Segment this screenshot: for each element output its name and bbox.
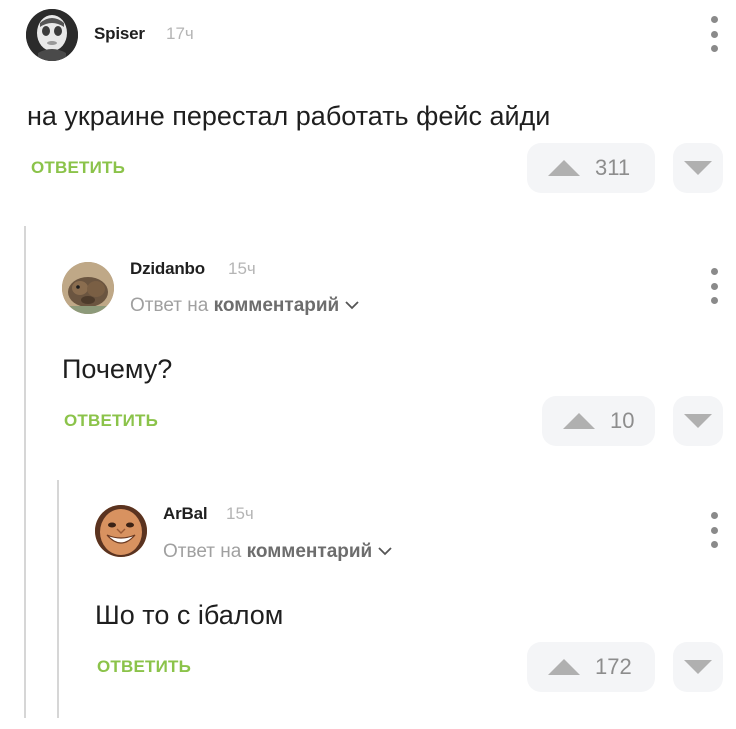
avatar[interactable] — [62, 262, 114, 314]
upvote-button[interactable]: 172 — [527, 642, 655, 692]
vote-count: 10 — [610, 408, 635, 433]
more-options-icon[interactable] — [709, 16, 719, 52]
downvote-button[interactable] — [673, 642, 723, 692]
timestamp: 15ч — [228, 259, 256, 278]
downvote-button[interactable] — [673, 143, 723, 193]
reply-to-target: комментарий — [246, 541, 373, 562]
reply-to-prefix: Ответ на — [163, 541, 242, 562]
reply-to-link[interactable]: Ответ на комментарий — [130, 295, 359, 317]
upvote-button[interactable]: 311 — [527, 143, 655, 193]
downvote-button[interactable] — [673, 396, 723, 446]
masked-face-avatar-icon — [26, 9, 78, 61]
reply-button[interactable]: ОТВЕТИТЬ — [31, 158, 125, 178]
more-options-icon[interactable] — [709, 268, 719, 304]
comment-text: Шо то с iбалом — [95, 600, 284, 630]
triangle-up-icon — [548, 659, 580, 675]
username[interactable]: ArBal — [163, 504, 208, 524]
vote-count: 311 — [595, 155, 631, 180]
reply-button[interactable]: ОТВЕТИТЬ — [64, 411, 158, 431]
avatar[interactable] — [26, 9, 78, 61]
animal-avatar-icon — [62, 262, 114, 314]
grinning-face-avatar-icon — [95, 505, 147, 557]
chevron-down-icon — [378, 547, 392, 556]
comment-text: Почему? — [62, 354, 173, 384]
reply-to-prefix: Ответ на — [130, 295, 209, 316]
timestamp: 17ч — [166, 24, 194, 43]
more-options-icon[interactable] — [709, 512, 719, 548]
upvote-button[interactable]: 10 — [542, 396, 655, 446]
thread-line-level-1 — [24, 226, 26, 718]
thread-line-level-2 — [57, 480, 59, 718]
timestamp: 15ч — [226, 504, 254, 523]
triangle-up-icon — [563, 413, 595, 429]
triangle-up-icon — [548, 160, 580, 176]
comment-text: на украине перестал работать фейс айди — [27, 101, 551, 131]
triangle-down-icon — [684, 660, 712, 674]
username[interactable]: Spiser — [94, 24, 145, 44]
reply-to-link[interactable]: Ответ на комментарий — [163, 541, 392, 563]
triangle-down-icon — [684, 161, 712, 175]
reply-to-target: комментарий — [213, 295, 340, 316]
username[interactable]: Dzidanbo — [130, 259, 205, 279]
avatar[interactable] — [95, 505, 147, 557]
reply-button[interactable]: ОТВЕТИТЬ — [97, 657, 191, 677]
chevron-down-icon — [345, 301, 359, 310]
triangle-down-icon — [684, 414, 712, 428]
vote-count: 172 — [595, 654, 632, 679]
